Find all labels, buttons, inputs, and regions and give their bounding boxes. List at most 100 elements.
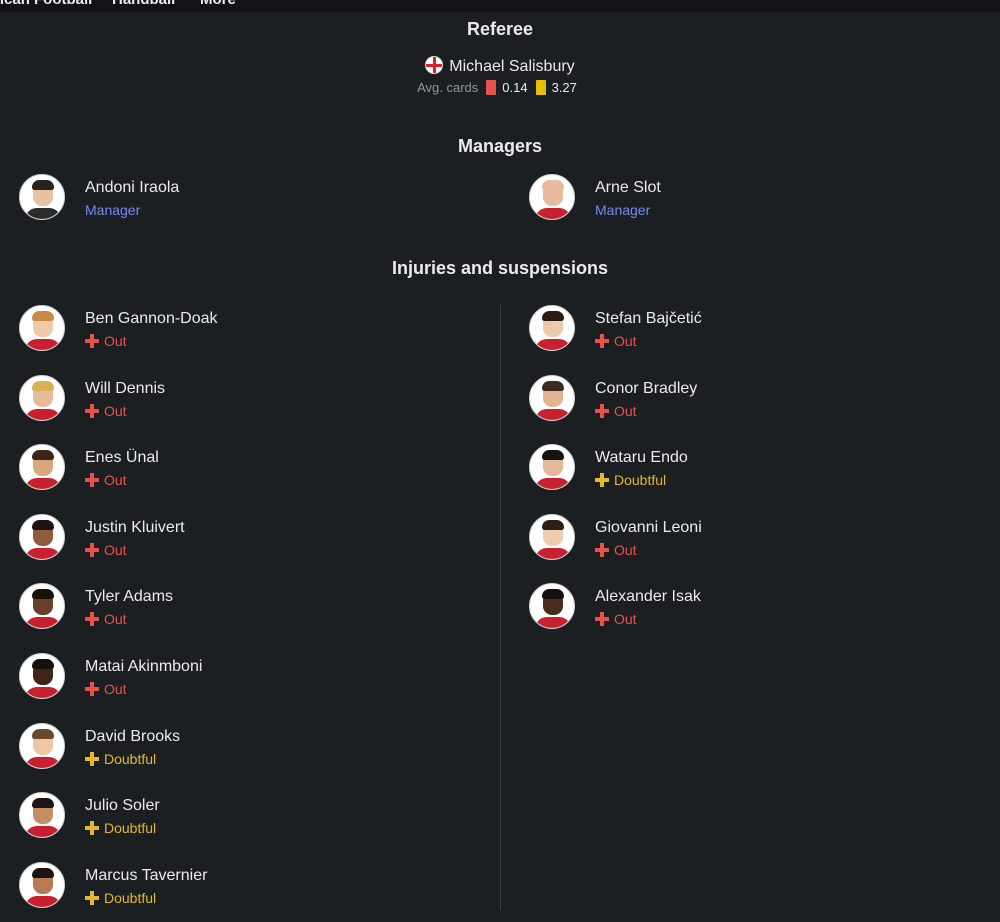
- injury-list-item[interactable]: Justin Kluivert Out: [19, 514, 469, 562]
- nav-item-handball[interactable]: Handball: [112, 0, 175, 8]
- avatar: [19, 174, 65, 220]
- injury-status: Doubtful: [85, 890, 156, 906]
- injury-plus-icon: [85, 543, 99, 557]
- top-nav-bar: rican Football Handball More: [0, 0, 1000, 12]
- injury-status-label: Out: [614, 403, 637, 419]
- injury-plus-icon: [85, 752, 99, 766]
- injury-plus-icon: [595, 612, 609, 626]
- injury-list-item[interactable]: Tyler Adams Out: [19, 583, 469, 631]
- injury-status-label: Doubtful: [104, 820, 157, 836]
- injury-status: Doubtful: [85, 751, 156, 767]
- injury-status-label: Doubtful: [104, 751, 157, 767]
- injury-status: Out: [85, 333, 127, 349]
- injury-status-label: Doubtful: [104, 890, 157, 906]
- injury-status: Doubtful: [85, 820, 156, 836]
- injury-status-label: Out: [104, 681, 127, 697]
- injury-list-item[interactable]: Matai Akinmboni Out: [19, 653, 469, 701]
- injury-status: Doubtful: [595, 472, 666, 488]
- injury-list-item[interactable]: Conor Bradley Out: [529, 375, 979, 423]
- player-name: Marcus Tavernier: [85, 867, 208, 884]
- manager-home[interactable]: Andoni Iraola Manager: [19, 174, 469, 222]
- player-name: Giovanni Leoni: [595, 519, 702, 536]
- referee-row: Michael Salisbury: [0, 56, 1000, 76]
- injury-plus-icon: [85, 821, 99, 835]
- manager-away[interactable]: Arne Slot Manager: [529, 174, 979, 222]
- manager-name: Arne Slot: [595, 179, 661, 196]
- injury-status-label: Out: [614, 611, 637, 627]
- injury-plus-icon: [85, 612, 99, 626]
- referee-avg-cards: Avg. cards 0.14 3.27: [0, 80, 1000, 95]
- player-name: Ben Gannon-Doak: [85, 310, 218, 327]
- manager-role: Manager: [85, 202, 141, 218]
- injury-status: Out: [595, 611, 637, 627]
- injury-list-item[interactable]: Alexander Isak Out: [529, 583, 979, 631]
- yellow-card-avg: 3.27: [551, 80, 577, 95]
- injury-list-item[interactable]: Enes Ünal Out: [19, 444, 469, 492]
- injury-list-item[interactable]: Giovanni Leoni Out: [529, 514, 979, 562]
- avatar: [19, 862, 65, 908]
- injuries-title: Injuries and suspensions: [391, 258, 609, 278]
- injury-status: Out: [595, 333, 637, 349]
- nav-item-more[interactable]: More: [200, 0, 236, 8]
- injury-status-label: Out: [104, 472, 127, 488]
- injury-plus-icon: [595, 543, 609, 557]
- injury-list-item[interactable]: Will Dennis Out: [19, 375, 469, 423]
- injury-list-item[interactable]: Stefan Bajčetić Out: [529, 305, 979, 353]
- referee-title: Referee: [466, 19, 534, 39]
- injury-status: Out: [85, 542, 127, 558]
- player-name: Stefan Bajčetić: [595, 310, 702, 327]
- injury-status: Out: [85, 403, 127, 419]
- referee-name[interactable]: Michael Salisbury: [449, 58, 574, 75]
- avatar: [529, 305, 575, 351]
- player-name: Justin Kluivert: [85, 519, 185, 536]
- manager-name: Andoni Iraola: [85, 179, 180, 196]
- england-flag-icon: [425, 56, 444, 74]
- injury-plus-icon: [85, 404, 99, 418]
- player-name: Julio Soler: [85, 797, 160, 814]
- avatar: [19, 792, 65, 838]
- avatar: [19, 583, 65, 629]
- injury-status: Out: [85, 611, 127, 627]
- injury-status-label: Out: [104, 542, 127, 558]
- injury-plus-icon: [595, 473, 609, 487]
- injury-status: Out: [85, 681, 127, 697]
- avatar: [529, 375, 575, 421]
- nav-item-american-football[interactable]: rican Football: [0, 0, 92, 8]
- injury-status-label: Out: [104, 403, 127, 419]
- player-name: Wataru Endo: [595, 449, 688, 466]
- avatar: [529, 514, 575, 560]
- column-divider: [500, 305, 501, 910]
- red-card-icon: [486, 80, 497, 95]
- injury-status: Out: [595, 403, 637, 419]
- injury-list-item[interactable]: Ben Gannon-Doak Out: [19, 305, 469, 353]
- injury-plus-icon: [595, 404, 609, 418]
- injury-status: Out: [595, 542, 637, 558]
- injury-status-label: Doubtful: [614, 472, 667, 488]
- injury-list-item[interactable]: Marcus Tavernier Doubtful: [19, 862, 469, 910]
- injury-plus-icon: [595, 334, 609, 348]
- injury-list-item[interactable]: Julio Soler Doubtful: [19, 792, 469, 840]
- avatar: [529, 583, 575, 629]
- player-name: Alexander Isak: [595, 588, 701, 605]
- avatar: [19, 305, 65, 351]
- manager-role: Manager: [595, 202, 651, 218]
- avatar: [19, 514, 65, 560]
- injury-status-label: Out: [104, 611, 127, 627]
- injury-plus-icon: [85, 682, 99, 696]
- injury-plus-icon: [85, 334, 99, 348]
- player-name: Matai Akinmboni: [85, 658, 203, 675]
- injury-status-label: Out: [104, 333, 127, 349]
- injury-status-label: Out: [614, 542, 637, 558]
- injury-list-item[interactable]: Wataru Endo Doubtful: [529, 444, 979, 492]
- managers-title: Managers: [457, 136, 543, 156]
- injury-list-item[interactable]: David Brooks Doubtful: [19, 723, 469, 771]
- player-name: David Brooks: [85, 728, 181, 745]
- avatar: [19, 653, 65, 699]
- player-name: Conor Bradley: [595, 380, 698, 397]
- injury-status: Out: [85, 472, 127, 488]
- player-name: Tyler Adams: [85, 588, 174, 605]
- yellow-card-icon: [535, 80, 546, 95]
- injury-plus-icon: [85, 473, 99, 487]
- avatar: [529, 174, 575, 220]
- avatar: [19, 444, 65, 490]
